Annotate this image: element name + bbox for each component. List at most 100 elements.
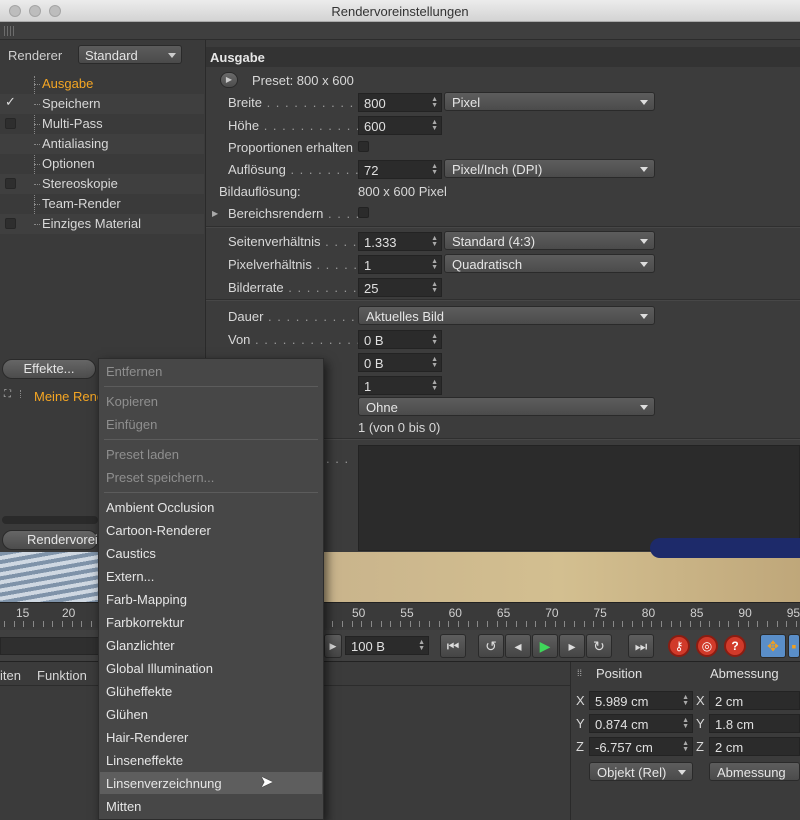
spinner-icon[interactable]: ▲ ▼ — [431, 163, 438, 176]
menu-function[interactable]: Funktion — [37, 668, 87, 683]
region-render-checkbox[interactable] — [358, 207, 369, 218]
sidebar-item-optionen[interactable]: Optionen — [0, 154, 204, 174]
position-y-input[interactable]: 0.874 cm ▲ ▼ — [589, 714, 693, 733]
horizontal-scrollbar[interactable] — [2, 516, 98, 524]
grip-icon[interactable]: ⁞⁞ — [577, 668, 582, 678]
play-icon[interactable]: ▶ — [532, 634, 558, 658]
spinner-icon[interactable]: ▲ ▼ — [431, 235, 438, 248]
to-input[interactable]: 0 B ▲ ▼ — [358, 353, 442, 372]
position-z-input[interactable]: -6.757 cm ▲ ▼ — [589, 737, 693, 756]
enable-checkbox[interactable] — [5, 178, 16, 189]
width-unit-select[interactable]: Pixel — [444, 92, 655, 111]
spinner-icon[interactable]: ▲ ▼ — [682, 717, 689, 730]
height-input[interactable]: 600 ▲ ▼ — [358, 116, 442, 135]
resolution-input[interactable]: 72 ▲ ▼ — [358, 160, 442, 179]
sidebar-item-ausgabe[interactable]: Ausgabe — [0, 74, 204, 94]
timeline-tick-mark — [429, 621, 430, 627]
spinner-icon[interactable]: ▲ ▼ — [682, 740, 689, 753]
spinner-icon[interactable]: ▲ ▼ — [431, 258, 438, 271]
go-to-end-icon[interactable]: ⏭ — [628, 634, 654, 658]
size-z-input[interactable]: 2 cm — [709, 737, 800, 756]
aspect-ratio-label-text: Seitenverhältnis — [228, 234, 321, 249]
sidebar-item-stereoskopie[interactable]: Stereoskopie — [0, 174, 204, 194]
coordinate-mode-select[interactable]: Objekt (Rel) — [589, 762, 693, 781]
menu-item-caustics[interactable]: Caustics — [106, 546, 156, 561]
spinner-icon[interactable]: ▲ ▼ — [431, 356, 438, 369]
grip-icon[interactable] — [4, 26, 16, 36]
coordinate-mode-value: Objekt (Rel) — [597, 765, 667, 780]
timeline-tick-label: 95 — [786, 606, 800, 620]
menu-item-global-illumination[interactable]: Global Illumination — [106, 661, 213, 676]
sidebar-item-team-render[interactable]: Team-Render — [0, 194, 204, 214]
field-select[interactable]: Ohne — [358, 397, 655, 416]
size-y-input[interactable]: 1.8 cm — [709, 714, 800, 733]
spinner-icon[interactable]: ▲ ▼ — [418, 639, 425, 652]
spinner-icon[interactable]: ▲ ▼ — [431, 281, 438, 294]
effects-button[interactable]: Effekte... — [2, 359, 96, 379]
record-key-icon[interactable]: ⚷ — [668, 635, 690, 657]
spinner-icon[interactable]: ▲ ▼ — [431, 96, 438, 109]
menu-edit[interactable]: iten — [0, 668, 21, 683]
autokey-icon[interactable]: ◎ — [696, 635, 718, 657]
size-mode-select[interactable]: Abmessung — [709, 762, 800, 781]
sidebar-item-einziges-material[interactable]: Einziges Material — [0, 214, 204, 234]
aspect-ratio-select[interactable]: Standard (4:3) — [444, 231, 655, 250]
frame-input[interactable]: 100 B ▲ ▼ — [345, 636, 429, 655]
spinner-icon[interactable]: ▲ ▼ — [431, 333, 438, 346]
checkmark-icon[interactable]: ✓ — [5, 94, 16, 110]
menu-item-cartoon-renderer[interactable]: Cartoon-Renderer — [106, 523, 211, 538]
sidebar-item-speichern[interactable]: ✓ Speichern — [0, 94, 204, 114]
move-tool-icon[interactable]: ✥ — [760, 634, 786, 658]
play-small-icon[interactable]: ▶ — [324, 634, 342, 658]
menu-item-linsenverzeichnung[interactable]: Linsenverzeichnung — [106, 776, 222, 791]
sidebar-item-multi-pass[interactable]: Multi-Pass — [0, 114, 204, 134]
my-render-setting[interactable]: Meine Rend — [34, 389, 104, 404]
go-to-start-icon[interactable]: ⏮ — [440, 634, 466, 658]
next-key-icon[interactable]: ↻ — [586, 634, 612, 658]
timeline-tick-mark — [661, 621, 662, 627]
renderer-select[interactable]: Standard — [78, 45, 182, 64]
width-input[interactable]: 800 ▲ ▼ — [358, 93, 442, 112]
menu-item-glanzlichter[interactable]: Glanzlichter — [106, 638, 175, 653]
from-input[interactable]: 0 B ▲ ▼ — [358, 330, 442, 349]
spinner-icon[interactable]: ▲ ▼ — [431, 379, 438, 392]
previous-key-icon[interactable]: ↺ — [478, 634, 504, 658]
menu-item-extern[interactable]: Extern... — [106, 569, 154, 584]
keep-proportions-checkbox[interactable] — [358, 141, 369, 152]
timeline-tick-mark — [545, 621, 546, 627]
framerate-input[interactable]: 25 ▲ ▼ — [358, 278, 442, 297]
menu-item-linseneffekte[interactable]: Linseneffekte — [106, 753, 183, 768]
step-back-icon[interactable]: ◂ — [505, 634, 531, 658]
enable-checkbox[interactable] — [5, 118, 16, 129]
menu-item-gl-heffekte[interactable]: Glüheffekte — [106, 684, 172, 699]
menu-item-ambient-occlusion[interactable]: Ambient Occlusion — [106, 500, 214, 515]
menu-separator — [104, 439, 318, 440]
render-settings-button[interactable]: Rendervorei — [2, 530, 98, 550]
notes-textarea[interactable] — [358, 445, 800, 551]
preset-expand-icon[interactable]: ▶ — [220, 72, 238, 88]
pixel-aspect-select[interactable]: Quadratisch — [444, 254, 655, 273]
scale-tool-icon[interactable]: ▪ — [788, 634, 800, 658]
timeline-tick-mark — [642, 621, 643, 627]
duration-select[interactable]: Aktuelles Bild — [358, 306, 655, 325]
resolution-unit-select[interactable]: Pixel/Inch (DPI) — [444, 159, 655, 178]
menu-item-farbkorrektur[interactable]: Farbkorrektur — [106, 615, 184, 630]
timeline-tick-mark — [535, 621, 536, 627]
enable-checkbox[interactable] — [5, 218, 16, 229]
pixel-aspect-input[interactable]: 1 ▲ ▼ — [358, 255, 442, 274]
menu-item-farb-mapping[interactable]: Farb-Mapping — [106, 592, 187, 607]
menu-item-hair-renderer[interactable]: Hair-Renderer — [106, 730, 188, 745]
menu-item-gl-hen[interactable]: Glühen — [106, 707, 148, 722]
spinner-icon[interactable]: ▲ ▼ — [682, 694, 689, 707]
spinner-icon[interactable]: ▲ ▼ — [431, 119, 438, 132]
expand-arrow-icon[interactable]: ▶ — [212, 209, 218, 218]
help-icon[interactable]: ? — [724, 635, 746, 657]
size-x-input[interactable]: 2 cm — [709, 691, 800, 710]
step-forward-icon[interactable]: ▸ — [559, 634, 585, 658]
menu-item-mitten[interactable]: Mitten — [106, 799, 141, 814]
step-input[interactable]: 1 ▲ ▼ — [358, 376, 442, 395]
sidebar-item-antialiasing[interactable]: Antialiasing — [0, 134, 204, 154]
position-x-input[interactable]: 5.989 cm ▲ ▼ — [589, 691, 693, 710]
aspect-ratio-input[interactable]: 1.333 ▲ ▼ — [358, 232, 442, 251]
timeline-tick-mark — [14, 621, 15, 627]
